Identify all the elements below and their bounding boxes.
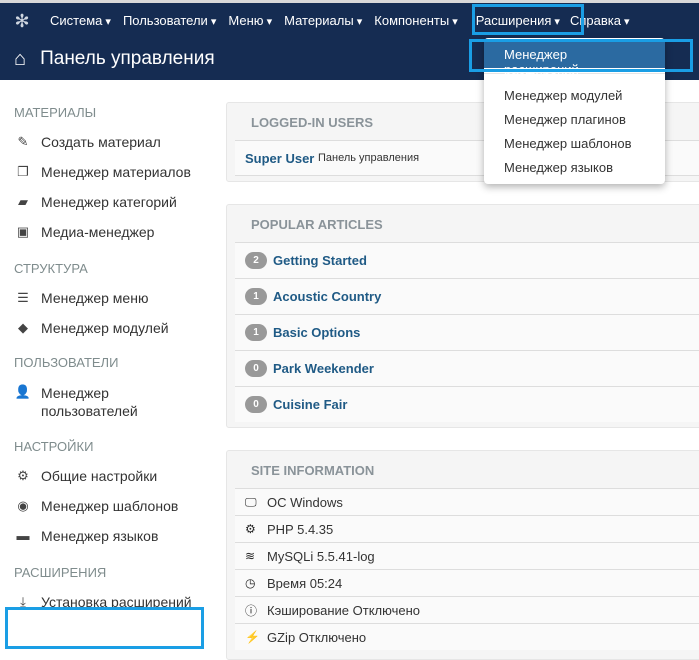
comments-icon: ▬ xyxy=(16,528,30,543)
list-item: 0 Park Weekender xyxy=(235,350,699,386)
article-link[interactable]: Park Weekender xyxy=(273,361,374,376)
info-label: ОС Windows xyxy=(267,494,343,510)
menu-item-module-manager[interactable]: Менеджер модулей xyxy=(484,83,665,107)
copy-icon: ❐ xyxy=(17,164,29,179)
top-navbar: ✻ Система Пользователи Меню Материалы Ко… xyxy=(0,0,699,38)
sidebar-item-label: Менеджер языков xyxy=(41,528,159,544)
eye-icon: ◉ xyxy=(17,498,29,513)
list-item: ⚡ GZip Отключено xyxy=(235,623,699,650)
hits-badge: 2 xyxy=(245,252,267,269)
user-link[interactable]: Super User xyxy=(245,151,314,166)
sidebar-section-title: СТРУКТУРА xyxy=(14,261,88,276)
list-item: ≋ MySQLi 5.5.41-log xyxy=(235,542,699,569)
cogs-icon: ⚙ xyxy=(245,522,256,536)
popular-articles-panel: POPULAR ARTICLES 2 Getting Started 1 Acoust… xyxy=(226,204,699,428)
article-link[interactable]: Cuisine Fair xyxy=(273,397,347,412)
pencil-icon: ✎ xyxy=(17,134,29,149)
info-label: GZip Отключено xyxy=(267,629,367,645)
sidebar-item-menu-manager[interactable]: ☰ Менеджер меню xyxy=(0,283,215,313)
list-icon: ☰ xyxy=(17,290,29,305)
nav-users[interactable]: Пользователи xyxy=(123,13,216,28)
sidebar-item-template-manager[interactable]: ◉ Менеджер шаблонов xyxy=(0,491,215,521)
sidebar: МАТЕРИАЛЫ ✎ Создать материал ❐ Менеджер ма… xyxy=(0,96,215,617)
cog-icon: ⚙ xyxy=(17,468,29,483)
list-item: 1 Basic Options xyxy=(235,314,699,350)
info-label: MySQLi 5.5.41-log xyxy=(267,548,375,564)
monitor-icon: 🖵 xyxy=(245,494,257,509)
article-link[interactable]: Getting Started xyxy=(273,253,367,268)
nav-menus[interactable]: Меню xyxy=(228,13,272,28)
list-item: 0 Cuisine Fair xyxy=(235,386,699,422)
folder-icon: ▰ xyxy=(18,194,28,209)
clock-icon: ◷ xyxy=(245,576,256,590)
database-icon: ≋ xyxy=(245,549,256,563)
nav-system[interactable]: Система xyxy=(50,13,111,28)
hits-badge: 1 xyxy=(245,324,267,341)
sidebar-item-label: Общие настройки xyxy=(41,468,158,484)
highlight-box-extensions-menu xyxy=(472,4,584,35)
bolt-icon: ⚡ xyxy=(245,630,260,644)
article-link[interactable]: Basic Options xyxy=(273,325,360,340)
list-item: 1 Acoustic Country xyxy=(235,278,699,314)
sidebar-item-language-manager[interactable]: ▬ Менеджер языков xyxy=(0,521,215,551)
user-location: Панель управления xyxy=(318,152,420,164)
sidebar-item-label: Менеджер материалов xyxy=(41,164,191,180)
sidebar-section-title: ПОЛЬЗОВАТЕЛИ xyxy=(14,355,119,370)
sidebar-item-label: Менеджер модулей xyxy=(41,320,169,336)
info-label: Время 05:24 xyxy=(267,575,343,591)
article-link[interactable]: Acoustic Country xyxy=(273,289,381,304)
sidebar-section-title: НАСТРОЙКИ xyxy=(14,439,94,454)
hits-badge: 0 xyxy=(245,360,267,377)
sidebar-item-article-manager[interactable]: ❐ Менеджер материалов xyxy=(0,157,215,187)
hits-badge: 1 xyxy=(245,288,267,305)
sidebar-item-global-config[interactable]: ⚙ Общие настройки xyxy=(0,461,215,491)
list-item: ◷ Время 05:24 xyxy=(235,569,699,596)
sidebar-item-label: Создать материал xyxy=(41,134,161,150)
sidebar-item-label: Менеджер пользователей xyxy=(41,385,138,419)
sidebar-section-title: МАТЕРИАЛЫ xyxy=(14,105,97,120)
sidebar-item-label: Менеджер категорий xyxy=(41,194,177,210)
sidebar-item-user-manager[interactable]: 👤 Менеджер пользователей xyxy=(0,377,215,427)
menu-item-plugin-manager[interactable]: Менеджер плагинов xyxy=(484,107,665,131)
list-item: ⚙ PHP 5.4.35 xyxy=(235,515,699,542)
nav-components[interactable]: Компоненты xyxy=(374,13,457,28)
menu-item-template-manager[interactable]: Менеджер шаблонов xyxy=(484,131,665,155)
info-icon: ⓘ xyxy=(245,603,258,618)
image-icon: ▣ xyxy=(16,224,30,239)
highlight-box-extension-manager xyxy=(469,39,693,72)
site-information-panel: SITE INFORMATION 🖵 ОС Windows ⚙ PHP 5.4.35 ≋… xyxy=(226,450,699,660)
list-item: 2 Getting Started xyxy=(235,242,699,278)
sidebar-item-label: Медиа-менеджер xyxy=(41,224,155,240)
users-icon: 👤 xyxy=(14,384,32,399)
info-label: Кэширование Отключено xyxy=(267,602,420,618)
panel-title: POPULAR ARTICLES xyxy=(251,217,383,232)
sidebar-item-media-manager[interactable]: ▣ Медиа-менеджер xyxy=(0,217,215,247)
nav-content[interactable]: Материалы xyxy=(284,13,362,28)
joomla-logo-icon[interactable]: ✻ xyxy=(12,11,32,31)
menu-item-language-manager[interactable]: Менеджер языков xyxy=(484,155,665,179)
info-label: PHP 5.4.35 xyxy=(267,521,334,537)
sidebar-item-category-manager[interactable]: ▰ Менеджер категорий xyxy=(0,187,215,217)
list-item: 🖵 ОС Windows xyxy=(235,488,699,515)
sidebar-item-create-article[interactable]: ✎ Создать материал xyxy=(0,127,215,157)
highlight-box-install-extensions xyxy=(5,607,204,649)
cube-icon: ◆ xyxy=(18,320,28,335)
sidebar-item-module-manager[interactable]: ◆ Менеджер модулей xyxy=(0,313,215,343)
sidebar-section-title: РАСШИРЕНИЯ xyxy=(14,565,107,580)
panel-title: SITE INFORMATION xyxy=(251,463,375,478)
home-icon: ⌂ xyxy=(14,47,27,70)
hits-badge: 0 xyxy=(245,396,267,413)
sidebar-item-label: Менеджер шаблонов xyxy=(41,498,179,514)
sidebar-item-label: Менеджер меню xyxy=(41,290,149,306)
list-item: ⓘ Кэширование Отключено xyxy=(235,596,699,623)
page-title: Панель управления xyxy=(40,48,215,69)
